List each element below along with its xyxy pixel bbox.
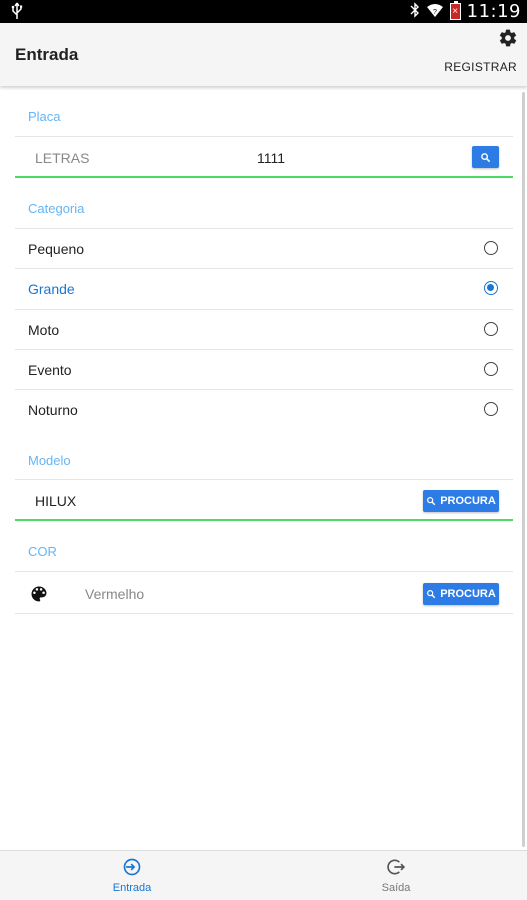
modelo-section-label: Modelo [28, 453, 71, 468]
radio-button[interactable] [484, 402, 498, 416]
cor-section-label: COR [28, 544, 57, 559]
search-icon [427, 590, 436, 599]
modelo-focus-underline [15, 519, 513, 521]
cor-procura-button[interactable]: PROCURA [423, 583, 499, 605]
radio-button[interactable] [484, 322, 498, 336]
category-option-label: Noturno [28, 402, 78, 418]
search-icon [427, 497, 436, 506]
nav-label: Saída [381, 882, 411, 894]
procura-label: PROCURA [440, 495, 496, 507]
usb-icon [10, 2, 24, 25]
category-option-label: Moto [28, 322, 60, 338]
app-screen: ? 11:19 Entrada REGISTRAR Placa LETRAS 1… [0, 0, 527, 900]
search-icon [481, 152, 491, 162]
placa-search-button[interactable] [472, 146, 499, 168]
placa-numbers-input[interactable]: 1111 [257, 150, 285, 166]
category-option-moto[interactable]: Moto [15, 309, 513, 349]
registrar-button[interactable]: REGISTRAR [444, 60, 517, 74]
gear-icon[interactable] [498, 28, 518, 48]
category-option-grande[interactable]: Grande [15, 268, 513, 308]
procura-label: PROCURA [440, 588, 496, 600]
placa-focus-underline [15, 176, 513, 178]
nav-label: Entrada [112, 882, 152, 894]
app-header: Entrada REGISTRAR [0, 23, 527, 86]
login-icon [122, 857, 142, 877]
status-bar: ? 11:19 [0, 0, 527, 23]
page-title: Entrada [15, 45, 79, 64]
radio-button[interactable] [484, 362, 498, 376]
categoria-section-label: Categoria [28, 201, 85, 216]
battery-icon [449, 1, 461, 20]
palette-icon [29, 584, 49, 609]
status-time: 11:19 [466, 1, 521, 22]
placa-letters-input[interactable]: LETRAS [35, 150, 89, 166]
svg-text:?: ? [433, 9, 437, 16]
radio-button-checked[interactable] [484, 281, 498, 295]
radio-button[interactable] [484, 241, 498, 255]
category-option-pequeno[interactable]: Pequeno [15, 228, 513, 268]
category-option-evento[interactable]: Evento [15, 349, 513, 389]
bottom-navigation: Entrada Saída [0, 850, 527, 900]
nav-item-entrada[interactable]: Entrada [72, 857, 192, 894]
scrollbar[interactable] [522, 92, 525, 847]
category-option-noturno[interactable]: Noturno [15, 389, 513, 429]
modelo-input[interactable]: HILUX [35, 493, 76, 509]
cor-input-row: Vermelho PROCURA [15, 571, 513, 614]
logout-icon [386, 857, 406, 877]
modelo-procura-button[interactable]: PROCURA [423, 490, 499, 512]
nav-item-saida[interactable]: Saída [336, 857, 456, 894]
cor-input[interactable]: Vermelho [85, 586, 144, 602]
category-option-label: Evento [28, 362, 72, 378]
placa-input-row: LETRAS 1111 [15, 136, 513, 178]
modelo-input-row: HILUX PROCURA [15, 479, 513, 521]
wifi-icon: ? [426, 2, 444, 21]
category-option-label: Grande [28, 281, 75, 297]
bluetooth-icon [410, 2, 420, 21]
category-option-label: Pequeno [28, 241, 85, 257]
placa-section-label: Placa [28, 109, 61, 124]
